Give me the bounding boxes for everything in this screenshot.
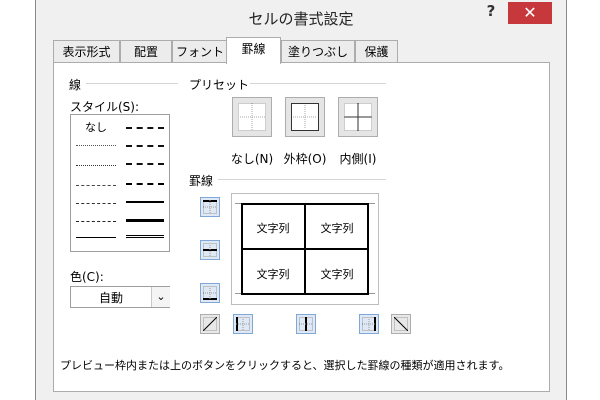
preset-inside-button[interactable] — [338, 97, 378, 137]
line-style-double[interactable] — [126, 235, 164, 238]
preset-outline-label: 外枠(O) — [283, 152, 327, 166]
border-heading: 罫線 — [189, 174, 214, 188]
close-button[interactable]: ✕ — [508, 2, 552, 24]
border-left-button[interactable] — [233, 314, 253, 334]
border-bottom-button[interactable] — [200, 283, 220, 303]
hint-text: プレビュー枠内または上のボタンをクリックすると、選択した罫線の種類が適用されます… — [60, 359, 510, 372]
border-bottom-icon — [203, 286, 217, 300]
border-diagonal-up-button[interactable] — [200, 314, 220, 334]
preview-cell-text: 文字列 — [320, 268, 354, 281]
preview-cell-text: 文字列 — [320, 222, 354, 235]
diagonal-down-icon — [394, 317, 408, 331]
border-inside-horizontal-button[interactable] — [200, 240, 220, 260]
border-top-icon — [203, 200, 217, 214]
line-style-thin[interactable] — [76, 237, 116, 238]
preset-inside-label: 内側(I) — [339, 152, 377, 166]
border-inside-vertical-icon — [299, 317, 313, 331]
preview-cell-text: 文字列 — [256, 268, 290, 281]
preset-divider — [250, 83, 386, 84]
preset-none-button[interactable] — [232, 97, 272, 137]
preset-inside-icon — [344, 103, 372, 131]
line-heading: 線 — [69, 78, 82, 92]
border-inside-vertical-button[interactable] — [296, 314, 316, 334]
line-style-hair[interactable] — [76, 145, 116, 146]
preview-corner-mark — [369, 293, 375, 294]
border-right-icon — [362, 317, 376, 331]
border-inside-horizontal-icon — [203, 243, 217, 257]
tab-number-format[interactable]: 表示形式 — [53, 40, 120, 62]
color-label: 色(C): — [70, 270, 104, 284]
tab-font[interactable]: フォント — [172, 40, 228, 62]
tab-border[interactable]: 罫線 — [226, 37, 281, 64]
line-style-dashed[interactable] — [76, 221, 116, 222]
help-button[interactable]: ? — [480, 2, 502, 22]
diagonal-up-icon — [203, 317, 217, 331]
line-style-list[interactable]: なし — [70, 114, 170, 252]
line-style-medium-dashdotdot[interactable] — [126, 127, 164, 129]
preset-none-label: なし(N) — [230, 152, 274, 166]
style-label: スタイル(S): — [70, 100, 140, 114]
preset-heading: プリセット — [189, 78, 250, 92]
chevron-down-icon[interactable]: ⌄ — [151, 287, 170, 307]
line-style-slant-dashdot[interactable] — [126, 145, 164, 147]
line-style-dashdotdot[interactable] — [76, 185, 116, 186]
preset-none-icon — [238, 103, 266, 131]
line-divider — [86, 83, 178, 84]
line-style-none[interactable]: なし — [85, 119, 107, 135]
tab-protection[interactable]: 保護 — [355, 40, 398, 62]
line-style-medium-dashdot[interactable] — [126, 163, 164, 165]
preset-outline-button[interactable] — [285, 97, 325, 137]
preview-inside-horizontal-line — [241, 248, 369, 250]
border-diagonal-down-button[interactable] — [391, 314, 411, 334]
border-right-button[interactable] — [359, 314, 379, 334]
preview-cell-text: 文字列 — [256, 222, 290, 235]
tab-alignment[interactable]: 配置 — [120, 40, 172, 62]
border-left-icon — [236, 317, 250, 331]
color-select-value: 自動 — [98, 291, 123, 305]
border-top-button[interactable] — [200, 197, 220, 217]
line-style-dotted[interactable] — [76, 165, 116, 166]
line-style-dashdot[interactable] — [76, 203, 116, 204]
preview-corner-mark — [369, 203, 375, 204]
line-style-medium-dashed[interactable] — [126, 183, 164, 185]
tab-fill[interactable]: 塗りつぶし — [281, 40, 355, 62]
line-style-thick[interactable] — [126, 219, 164, 222]
preset-outline-icon — [291, 103, 319, 131]
line-style-medium[interactable] — [126, 201, 164, 203]
border-divider — [218, 179, 386, 180]
